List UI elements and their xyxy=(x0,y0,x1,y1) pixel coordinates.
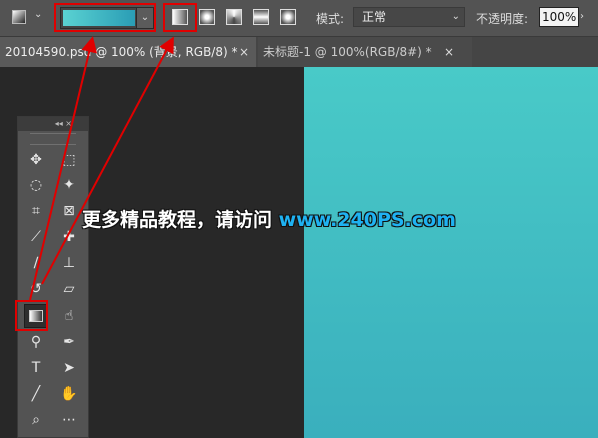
toolbox-header[interactable]: ◂◂ × xyxy=(18,117,88,131)
gradient-picker[interactable]: ⌄ xyxy=(60,7,154,29)
watermark-text: 更多精品教程，请访问 xyxy=(82,209,279,231)
radial-gradient-icon[interactable] xyxy=(199,9,215,25)
tab-label: 未标题-1 @ 100%(RGB/8#) * xyxy=(263,45,432,59)
history-brush-tool-icon[interactable]: ↺ xyxy=(25,278,47,300)
options-bar: ⌄ ⌄ 模式: 正常 ⌄ 不透明度: 100% › xyxy=(0,0,598,37)
tab-20104590[interactable]: 20104590.psd @ 100% (背景, RGB/8) * × xyxy=(0,37,256,67)
toolbox-grip[interactable] xyxy=(30,133,76,145)
tab-label: 20104590.psd @ 100% (背景, RGB/8) * xyxy=(5,45,238,59)
gradient-dropdown-button[interactable]: ⌄ xyxy=(136,8,153,28)
tab-untitled-1[interactable]: 未标题-1 @ 100%(RGB/8#) * × xyxy=(258,37,472,67)
mode-label: 模式: xyxy=(316,12,345,26)
dodge-tool-icon[interactable]: ⚲ xyxy=(25,331,47,353)
opacity-label: 不透明度: xyxy=(476,12,529,26)
line-tool-icon[interactable]: ╱ xyxy=(25,383,47,405)
hand-tool-icon[interactable]: ✋ xyxy=(58,383,80,405)
pen-tool-icon[interactable]: ✒ xyxy=(58,331,80,353)
opacity-dropdown-icon[interactable]: › xyxy=(580,7,594,27)
crop-tool-icon[interactable]: ⌗ xyxy=(25,200,47,222)
brush-tool-icon[interactable]: ∕ xyxy=(25,252,47,274)
move-tool-icon[interactable]: ✥ xyxy=(25,149,47,171)
close-icon[interactable]: × xyxy=(444,37,454,67)
clone-stamp-tool-icon[interactable]: ⊥ xyxy=(58,252,80,274)
reflected-gradient-icon[interactable] xyxy=(253,9,269,25)
document-tab-bar: 20104590.psd @ 100% (背景, RGB/8) * × 未标题-… xyxy=(0,37,598,67)
angle-gradient-icon[interactable] xyxy=(226,9,242,25)
eraser-tool-icon[interactable]: ▱ xyxy=(58,278,80,300)
chevron-down-icon: ⌄ xyxy=(451,11,460,22)
frame-tool-icon[interactable]: ⊠ xyxy=(58,200,80,222)
gradient-tool-highlight xyxy=(15,300,48,331)
eyedropper-tool-icon[interactable]: ⟋ xyxy=(25,226,47,248)
document-canvas[interactable] xyxy=(304,67,598,438)
marquee-tool-icon[interactable]: ⬚ xyxy=(58,149,80,171)
gradient-swatch[interactable] xyxy=(63,10,135,26)
mode-value: 正常 xyxy=(362,10,387,24)
diamond-gradient-icon[interactable] xyxy=(280,9,296,25)
close-icon[interactable]: × xyxy=(239,37,249,67)
opacity-field[interactable]: 100% xyxy=(539,7,579,27)
zoom-tool-icon[interactable]: ⌕ xyxy=(25,409,47,431)
healing-brush-tool-icon[interactable]: ✚ xyxy=(58,226,80,248)
mode-select[interactable]: 正常 ⌄ xyxy=(353,7,465,27)
toolbox-panel: ◂◂ × ✥ ⬚ ◌ ✦ ⌗ ⊠ ⟋ ✚ ∕ ⊥ ↺ ▱ ☝ ⚲ ✒ T ➤ ╱… xyxy=(17,116,89,438)
tool-preset-picker[interactable]: ⌄ xyxy=(8,8,44,28)
close-icon[interactable]: × xyxy=(65,119,72,128)
gradient-tool-preset-icon xyxy=(12,10,26,24)
smudge-tool-icon[interactable]: ☝ xyxy=(58,305,80,327)
type-tool-icon[interactable]: T xyxy=(25,357,47,379)
watermark-site: www.240PS.com xyxy=(278,209,456,231)
chevron-down-icon: ⌄ xyxy=(34,9,43,20)
more-tools-icon[interactable]: ⋯ xyxy=(58,409,80,431)
collapse-icon[interactable]: ◂◂ xyxy=(55,119,63,128)
linear-gradient-icon[interactable] xyxy=(172,9,188,25)
watermark: 更多精品教程，请访问 www.240PS.com xyxy=(82,205,456,232)
magic-wand-tool-icon[interactable]: ✦ xyxy=(58,174,80,196)
lasso-tool-icon[interactable]: ◌ xyxy=(25,174,47,196)
path-selection-tool-icon[interactable]: ➤ xyxy=(58,357,80,379)
